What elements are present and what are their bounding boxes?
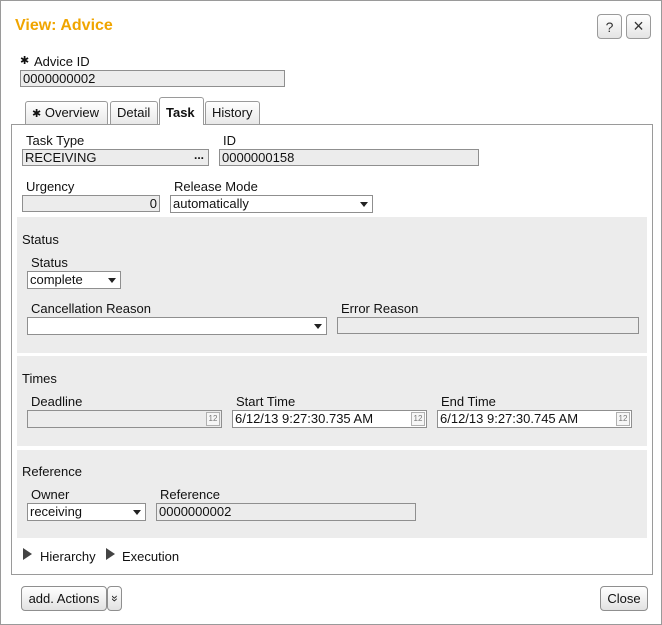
close-dialog-button[interactable]: × bbox=[626, 14, 651, 39]
calendar-icon[interactable]: 12 bbox=[411, 412, 425, 426]
more-actions-button[interactable]: » bbox=[107, 586, 122, 611]
start-time-label: Start Time bbox=[236, 394, 296, 409]
task-id-label: ID bbox=[223, 133, 236, 148]
reference-group bbox=[17, 450, 647, 538]
error-reason-label: Error Reason bbox=[341, 301, 419, 316]
calendar-icon[interactable]: 12 bbox=[616, 412, 630, 426]
deadline-label: Deadline bbox=[31, 394, 83, 409]
reference-field[interactable]: 0000000002 bbox=[156, 503, 416, 521]
chevron-down-icon bbox=[108, 278, 116, 283]
calendar-icon[interactable]: 12 bbox=[206, 412, 220, 426]
add-actions-button[interactable]: add. Actions bbox=[21, 586, 107, 611]
release-mode-label: Release Mode bbox=[174, 179, 258, 194]
task-id-field[interactable]: 0000000158 bbox=[219, 149, 479, 166]
tab-label: Overview bbox=[44, 105, 100, 120]
times-group-title: Times bbox=[22, 371, 57, 386]
advice-id-field[interactable]: 0000000002 bbox=[20, 70, 285, 87]
tab-history[interactable]: History bbox=[205, 101, 260, 124]
execution-label: Execution bbox=[122, 549, 180, 564]
hierarchy-label: Hierarchy bbox=[40, 549, 96, 564]
status-group-title: Status bbox=[22, 232, 59, 247]
task-type-field[interactable]: RECEIVING ... bbox=[22, 149, 209, 166]
expand-triangle-icon bbox=[23, 548, 32, 560]
status-select[interactable]: complete bbox=[27, 271, 121, 289]
start-time-field[interactable]: 6/12/13 9:27:30.735 AM 12 bbox=[232, 410, 427, 428]
chevron-down-icon bbox=[133, 510, 141, 515]
tab-label: Detail bbox=[117, 105, 151, 120]
advice-id-label: Advice ID bbox=[34, 54, 90, 69]
expand-triangle-icon bbox=[106, 548, 115, 560]
execution-section-toggle[interactable]: Execution bbox=[106, 546, 186, 564]
tab-label: Task bbox=[166, 105, 195, 120]
urgency-field[interactable]: 0 bbox=[22, 195, 160, 212]
tab-detail[interactable]: Detail bbox=[110, 101, 158, 124]
dialog-title: View: Advice bbox=[15, 17, 113, 34]
urgency-label: Urgency bbox=[26, 179, 75, 194]
tab-overview[interactable]: ✱ Overview bbox=[25, 101, 108, 124]
hierarchy-section-toggle[interactable]: Hierarchy bbox=[23, 546, 105, 564]
help-button[interactable]: ? bbox=[597, 14, 622, 39]
deadline-field[interactable]: 12 bbox=[27, 410, 222, 428]
tab-task[interactable]: Task bbox=[159, 97, 204, 125]
close-button[interactable]: Close bbox=[600, 586, 648, 611]
owner-label: Owner bbox=[31, 487, 70, 502]
required-mark-icon: ✱ bbox=[32, 108, 42, 120]
double-chevron-down-icon: » bbox=[108, 595, 122, 602]
error-reason-field[interactable] bbox=[337, 317, 639, 334]
cancellation-reason-select[interactable] bbox=[27, 317, 327, 335]
chevron-down-icon bbox=[314, 324, 322, 329]
chevron-down-icon bbox=[360, 202, 368, 207]
reference-label: Reference bbox=[160, 487, 220, 502]
close-icon: × bbox=[633, 16, 644, 36]
browse-button[interactable]: ... bbox=[194, 150, 204, 163]
tab-label: History bbox=[212, 105, 253, 120]
release-mode-select[interactable]: automatically bbox=[170, 195, 373, 213]
owner-select[interactable]: receiving bbox=[27, 503, 146, 521]
times-group bbox=[17, 356, 647, 446]
end-time-field[interactable]: 6/12/13 9:27:30.745 AM 12 bbox=[437, 410, 632, 428]
task-type-label: Task Type bbox=[26, 133, 85, 148]
advice-dialog: View: Advice ? × ✱ Advice ID 0000000002 … bbox=[0, 0, 662, 625]
help-icon: ? bbox=[605, 18, 614, 35]
cancellation-reason-label: Cancellation Reason bbox=[31, 301, 151, 316]
required-mark-icon: ✱ bbox=[20, 55, 30, 67]
end-time-label: End Time bbox=[441, 394, 496, 409]
status-label: Status bbox=[31, 255, 68, 270]
reference-group-title: Reference bbox=[22, 464, 82, 479]
